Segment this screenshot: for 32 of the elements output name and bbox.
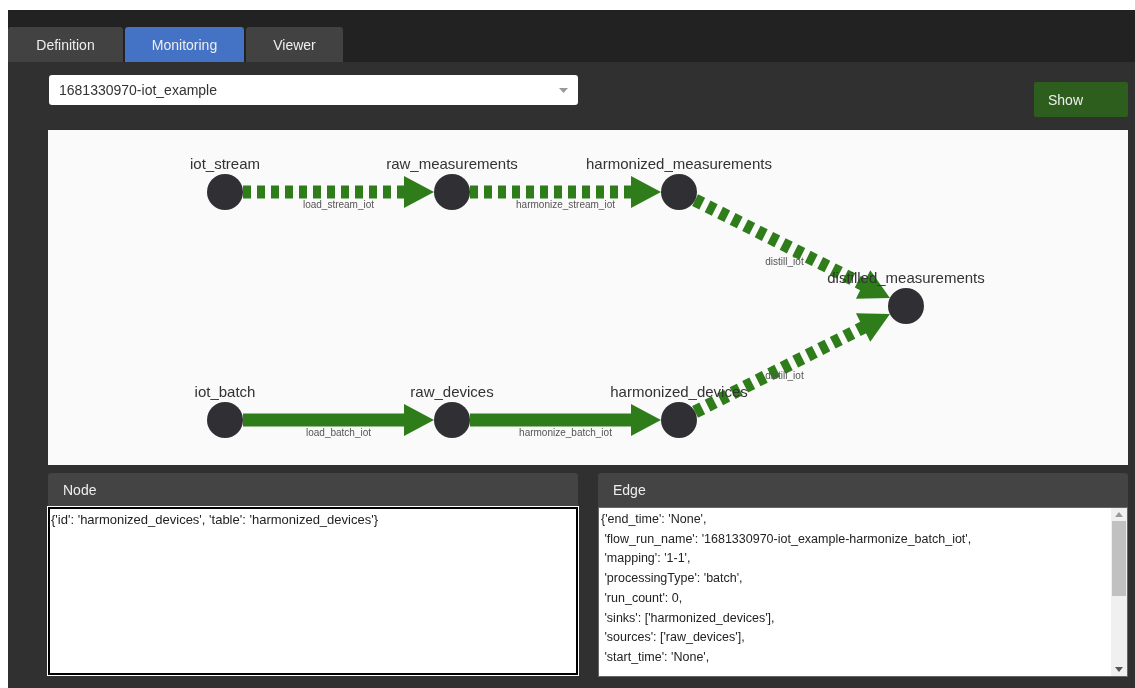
graph-node[interactable]	[888, 288, 924, 324]
node-details-field[interactable]: {'id': 'harmonized_devices', 'table': 'harmonized_devices'}	[48, 507, 578, 675]
edge-label: harmonize_stream_iot	[516, 199, 615, 210]
show-button[interactable]: Show	[1034, 82, 1128, 117]
graph-node[interactable]	[207, 174, 243, 210]
graph-node[interactable]	[207, 402, 243, 438]
graph-node[interactable]	[434, 174, 470, 210]
node-label: raw_measurements	[386, 155, 518, 172]
panel-header: Edge	[598, 473, 1128, 507]
dashed-arrow[interactable]	[470, 176, 661, 208]
solid-arrow[interactable]	[470, 404, 661, 436]
edge-label: load_batch_iot	[305, 427, 372, 438]
tab[interactable]: Monitoring	[125, 27, 244, 62]
scroll-down-icon[interactable]	[1115, 667, 1123, 672]
select-field[interactable]: 1681330970-iot_example	[49, 75, 578, 105]
graph-node[interactable]	[661, 174, 697, 210]
edge-label: harmonize_batch_iot	[519, 427, 612, 438]
tab[interactable]: Definition	[8, 27, 123, 62]
graph-node[interactable]	[434, 402, 470, 438]
graph-node[interactable]	[661, 402, 697, 438]
scrollbar[interactable]	[1111, 508, 1127, 676]
dashed-arrow[interactable]	[243, 176, 434, 208]
edge-label: load_stream_iot	[302, 199, 375, 210]
solid-arrow[interactable]	[243, 404, 434, 436]
caret-icon	[559, 87, 568, 93]
tab[interactable]: Viewer	[246, 27, 343, 62]
node-label: raw_devices	[410, 383, 494, 400]
node-label: harmonized_measurements	[586, 155, 772, 172]
edge-label: distill_iot	[765, 256, 804, 267]
node-label: iot_stream	[190, 155, 260, 172]
node-label: iot_batch	[194, 383, 256, 400]
panel-header: Node	[48, 473, 578, 507]
